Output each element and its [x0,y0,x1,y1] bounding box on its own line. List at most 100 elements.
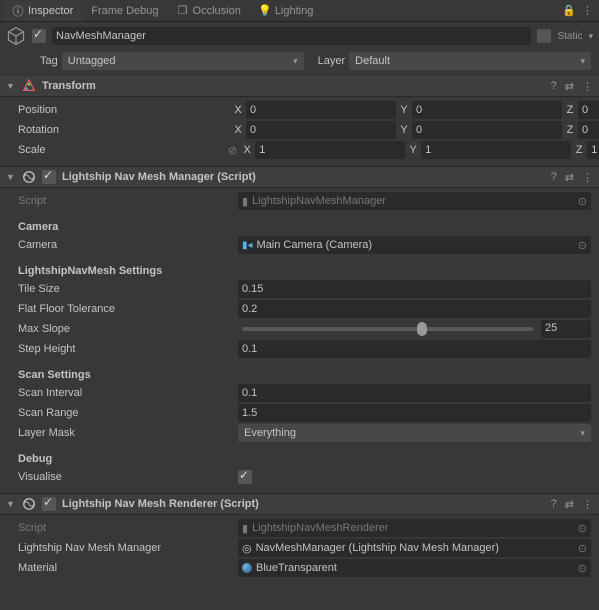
component-enabled-checkbox[interactable] [42,497,56,511]
component-title: Lightship Nav Mesh Manager (Script) [62,171,545,183]
layer-mask-label: Layer Mask [18,427,234,439]
visualise-checkbox[interactable] [238,470,252,484]
object-picker-icon[interactable]: ⊙ [578,239,587,252]
tag-dropdown[interactable]: Untagged [62,52,304,70]
component-enabled-checkbox[interactable] [42,170,56,184]
navmesh-renderer-header[interactable]: ▼ Lightship Nav Mesh Renderer (Script) ?… [0,493,599,515]
scale-x-input[interactable] [255,141,405,159]
position-x-input[interactable] [246,101,396,119]
tab-occlusion[interactable]: ❐ Occlusion [169,1,249,21]
transform-title: Transform [42,80,545,92]
manager-ref-label: Lightship Nav Mesh Manager [18,542,234,554]
target-icon: ◎ [242,542,252,555]
component-title: Lightship Nav Mesh Renderer (Script) [62,498,545,510]
navmesh-renderer-props: Script ▮ LightshipNavMeshRenderer ⊙ Ligh… [0,515,599,584]
manager-ref-field[interactable]: ◎ NavMeshManager (Lightship Nav Mesh Man… [238,539,591,557]
layer-dropdown[interactable]: Default [349,52,591,70]
rotation-z-input[interactable] [578,121,599,139]
script-field: ▮ LightshipNavMeshRenderer ⊙ [238,519,591,537]
script-icon [22,497,36,511]
material-label: Material [18,562,234,574]
max-slope-label: Max Slope [18,323,234,335]
scan-range-label: Scan Range [18,407,234,419]
foldout-icon[interactable]: ▼ [6,499,16,509]
camera-label: Camera [18,239,234,251]
tab-label: Inspector [28,5,73,17]
camera-field[interactable]: ▮◂ Main Camera (Camera) ⊙ [238,236,591,254]
active-checkbox[interactable] [32,29,46,43]
lock-icon[interactable]: 🔒 [560,4,578,17]
csharp-icon: ▮ [242,522,248,535]
tab-bar: ⓘ Inspector Frame Debug ❐ Occlusion 💡 Li… [0,0,599,22]
settings-header: LightshipNavMesh Settings [18,263,591,279]
gameobject-header: Static ▾ [0,22,599,50]
csharp-icon: ▮ [242,195,248,208]
help-icon[interactable]: ? [551,498,557,511]
step-height-label: Step Height [18,343,234,355]
object-picker-icon: ⊙ [578,195,587,208]
preset-icon[interactable]: ⇄ [565,498,574,511]
flat-floor-input[interactable] [238,300,591,318]
foldout-icon[interactable]: ▼ [6,81,16,91]
scale-z-input[interactable] [587,141,599,159]
tab-lighting[interactable]: 💡 Lighting [251,1,322,21]
scan-interval-input[interactable] [238,384,591,402]
static-dropdown-icon[interactable]: ▾ [588,31,593,42]
tab-label: Occlusion [193,5,241,17]
position-z-input[interactable] [578,101,599,119]
transform-header[interactable]: ▼ Transform ? ⇄ ⋮ [0,76,599,97]
menu-icon[interactable]: ⋮ [582,80,593,93]
gameobject-name-input[interactable] [52,27,531,45]
tab-inspector[interactable]: ⓘ Inspector [4,1,81,21]
max-slope-value-input[interactable]: 25 [541,320,591,338]
tag-label: Tag [40,55,58,67]
menu-icon[interactable]: ⋮ [582,498,593,511]
tile-size-label: Tile Size [18,283,234,295]
preset-icon[interactable]: ⇄ [565,80,574,93]
max-slope-slider[interactable] [242,327,533,331]
position-y-input[interactable] [412,101,562,119]
scale-y-input[interactable] [421,141,571,159]
foldout-icon[interactable]: ▼ [6,172,16,182]
cube-icon [6,26,26,46]
scan-interval-label: Scan Interval [18,387,234,399]
material-field[interactable]: BlueTransparent ⊙ [238,559,591,577]
constrain-proportions-icon[interactable]: ⊘ [228,144,237,157]
tile-size-input[interactable] [238,280,591,298]
info-icon: ⓘ [12,5,24,17]
object-picker-icon[interactable]: ⊙ [578,562,587,575]
transform-icon [22,79,36,93]
camera-header: Camera [18,219,591,235]
script-label: Script [18,522,234,534]
step-height-input[interactable] [238,340,591,358]
debug-header: Debug [18,451,591,467]
script-field: ▮ LightshipNavMeshManager ⊙ [238,192,591,210]
rotation-x-input[interactable] [246,121,396,139]
preset-icon[interactable]: ⇄ [565,171,574,184]
object-picker-icon[interactable]: ⊙ [578,542,587,555]
kebab-menu-icon[interactable]: ⋮ [580,4,595,17]
tab-label: Lighting [275,5,314,17]
menu-icon[interactable]: ⋮ [582,171,593,184]
navmesh-manager-props: Script ▮ LightshipNavMeshManager ⊙ Camer… [0,188,599,493]
camera-icon: ▮◂ [242,240,253,251]
static-checkbox[interactable] [537,29,551,43]
rotation-label: Rotation [18,124,224,136]
layer-label: Layer [318,55,346,67]
occlusion-icon: ❐ [177,5,189,17]
help-icon[interactable]: ? [551,80,557,93]
object-picker-icon: ⊙ [578,522,587,535]
rotation-y-input[interactable] [412,121,562,139]
flat-floor-label: Flat Floor Tolerance [18,303,234,315]
tab-frame-debug[interactable]: Frame Debug [83,1,166,21]
visualise-label: Visualise [18,471,234,483]
scan-settings-header: Scan Settings [18,367,591,383]
scan-range-input[interactable] [238,404,591,422]
help-icon[interactable]: ? [551,171,557,184]
navmesh-manager-header[interactable]: ▼ Lightship Nav Mesh Manager (Script) ? … [0,166,599,188]
slider-handle[interactable] [417,322,427,336]
transform-props: Position X Y Z Rotation X Y Z Scale ⊘ X … [0,97,599,166]
layer-mask-dropdown[interactable]: Everything [238,424,591,442]
tab-label: Frame Debug [91,5,158,17]
tag-layer-row: Tag Untagged Layer Default [0,50,599,76]
